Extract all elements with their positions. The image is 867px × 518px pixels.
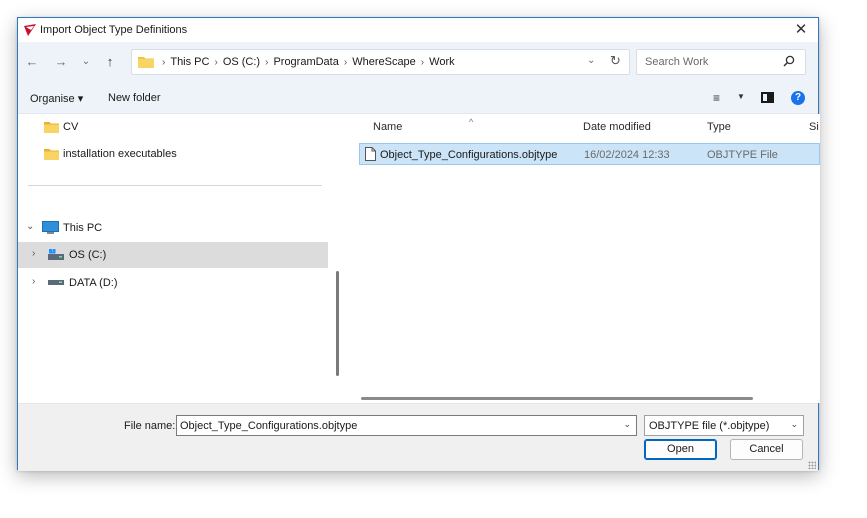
chevron-down-icon[interactable]: ⌄ (26, 221, 34, 232)
table-row[interactable]: Object_Type_Configurations.objtype 16/02… (359, 143, 820, 165)
sidebar-item-label: CV (63, 121, 79, 133)
import-dialog: Import Object Type Definitions ✕ ← → ⌄ ↑… (17, 17, 820, 471)
folder-icon (44, 122, 59, 133)
dialog-footer: File name: ⌄ OBJTYPE file (*.objtype) ⌄ … (18, 403, 818, 471)
command-bar: Organise ▾ New folder ≡ ▼ ? (18, 83, 818, 114)
sidebar-item-os-c[interactable]: › OS (C:) (18, 242, 328, 268)
open-button[interactable]: Open (644, 439, 717, 460)
sidebar-item-installation-executables[interactable]: installation executables (18, 141, 328, 167)
file-name-input[interactable] (177, 416, 617, 435)
breadcrumb-separator[interactable]: › (344, 57, 347, 68)
new-folder-button[interactable]: New folder (108, 92, 161, 104)
help-icon[interactable]: ? (791, 91, 805, 105)
organise-menu[interactable]: Organise ▾ (30, 92, 83, 105)
address-bar[interactable]: › This PC › OS (C:) › ProgramData › Wher… (131, 49, 630, 75)
chevron-down-icon[interactable]: ⌄ (623, 419, 631, 430)
breadcrumb-os-c[interactable]: OS (C:) (223, 56, 260, 68)
horizontal-scrollbar[interactable] (361, 397, 753, 400)
refresh-icon[interactable]: ↻ (610, 53, 621, 69)
sidebar-item-label: installation executables (63, 148, 177, 160)
file-type-filter-value: OBJTYPE file (*.objtype) (649, 420, 770, 432)
file-name-combobox[interactable]: ⌄ (176, 415, 637, 436)
sort-ascending-icon: ^ (469, 117, 474, 127)
breadcrumb-separator[interactable]: › (421, 57, 424, 68)
search-box[interactable] (636, 49, 806, 75)
file-date-cell: 16/02/2024 12:33 (584, 149, 670, 161)
forward-button[interactable]: → (53, 54, 69, 70)
sidebar-item-data-d[interactable]: › DATA (D:) (18, 270, 328, 296)
sidebar-scrollbar[interactable] (336, 271, 339, 376)
breadcrumb-this-pc[interactable]: This PC (170, 56, 209, 68)
file-type-filter[interactable]: OBJTYPE file (*.objtype) ⌄ (644, 415, 804, 436)
folder-icon (138, 57, 154, 68)
sidebar-item-cv[interactable]: CV (18, 114, 328, 140)
sidebar-divider (28, 185, 322, 186)
breadcrumb: › This PC › OS (C:) › ProgramData › Wher… (157, 56, 455, 68)
window-title: Import Object Type Definitions (40, 24, 188, 36)
sidebar-item-label: DATA (D:) (69, 277, 118, 289)
sidebar-item-label: This PC (63, 222, 103, 234)
navigation-bar: ← → ⌄ ↑ › This PC › OS (C:) › ProgramDat… (18, 42, 818, 83)
chevron-right-icon[interactable]: › (32, 248, 35, 259)
title-bar: Import Object Type Definitions ✕ (18, 18, 818, 42)
breadcrumb-separator[interactable]: › (265, 57, 268, 68)
address-dropdown-icon[interactable]: ⌄ (587, 55, 595, 66)
breadcrumb-separator: › (162, 56, 166, 68)
view-options-dropdown-icon[interactable]: ▼ (737, 92, 745, 101)
breadcrumb-wherescape[interactable]: WhereScape (352, 56, 416, 68)
recent-locations-button[interactable]: ⌄ (78, 54, 94, 70)
file-type-cell: OBJTYPE File (707, 149, 778, 161)
drive-icon (48, 249, 64, 260)
search-input[interactable] (637, 50, 777, 74)
column-header-date-modified[interactable]: Date modified (583, 121, 651, 133)
drive-icon (48, 280, 64, 285)
navigation-pane: CV installation executables ⌄ This PC › (18, 114, 345, 403)
file-name-label: File name: (124, 420, 176, 432)
folder-icon (44, 149, 59, 160)
view-options-icon[interactable]: ≡ (713, 91, 720, 105)
chevron-down-icon[interactable]: ⌄ (790, 419, 798, 430)
cancel-button[interactable]: Cancel (730, 439, 803, 460)
up-button[interactable]: ↑ (102, 54, 118, 70)
sidebar-item-this-pc[interactable]: ⌄ This PC (18, 215, 328, 241)
file-list: Name ^ Date modified Type Si Object_Type… (345, 114, 820, 403)
resize-grip[interactable] (808, 461, 816, 469)
search-icon[interactable] (783, 55, 795, 67)
column-header-name[interactable]: Name ^ (373, 117, 473, 133)
breadcrumb-work[interactable]: Work (429, 56, 454, 68)
file-name-cell: Object_Type_Configurations.objtype (380, 149, 558, 161)
breadcrumb-separator[interactable]: › (214, 57, 217, 68)
column-header-size[interactable]: Si (809, 121, 819, 133)
column-header-type[interactable]: Type (707, 121, 731, 133)
breadcrumb-programdata[interactable]: ProgramData (273, 56, 338, 68)
preview-pane-icon[interactable] (761, 92, 774, 103)
app-icon (24, 24, 36, 36)
file-icon (365, 147, 376, 161)
computer-icon (42, 221, 59, 234)
close-button[interactable]: ✕ (790, 20, 812, 40)
sidebar-item-label: OS (C:) (69, 249, 107, 261)
chevron-right-icon[interactable]: › (32, 276, 35, 287)
back-button[interactable]: ← (24, 54, 40, 70)
